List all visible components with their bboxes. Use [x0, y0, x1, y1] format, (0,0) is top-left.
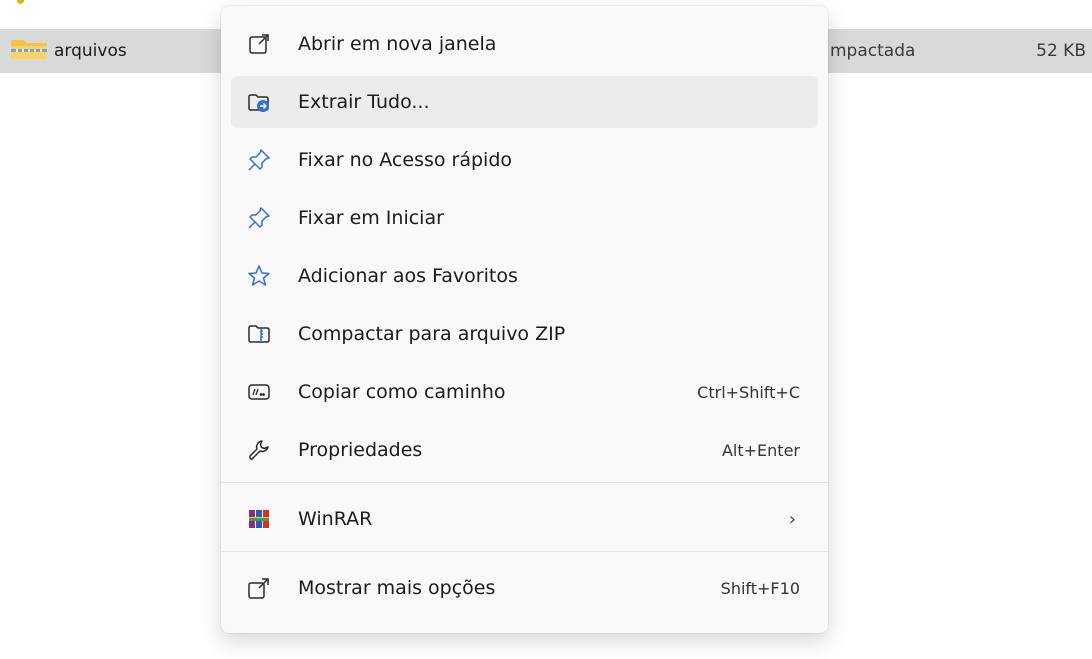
pin-icon: [247, 148, 271, 172]
file-name-cell: arquivos: [10, 29, 127, 73]
shortcut-text: Shift+F10: [720, 578, 800, 598]
menu-item-label: Copiar como caminho: [298, 381, 506, 403]
show-more-icon: [247, 576, 271, 600]
copy-path-icon: [247, 380, 271, 404]
zip-folder-icon: [247, 322, 271, 346]
menu-item-label: Abrir em nova janela: [298, 33, 497, 55]
wrench-icon: [247, 438, 271, 462]
winrar-icon: [247, 507, 271, 531]
menu-item-properties[interactable]: Propriedades Alt+Enter: [231, 424, 818, 476]
menu-item-label: Extrair Tudo...: [298, 91, 430, 113]
menu-item-label: Propriedades: [298, 439, 423, 461]
menu-item-label: WinRAR: [298, 508, 373, 530]
menu-separator: [221, 551, 828, 552]
menu-item-copy-as-path[interactable]: Copiar como caminho Ctrl+Shift+C: [231, 366, 818, 418]
menu-item-pin-start[interactable]: Fixar em Iniciar: [231, 192, 818, 244]
menu-separator: [221, 482, 828, 483]
partial-file-icon: [17, 0, 24, 4]
menu-item-extract-all[interactable]: Extrair Tudo...: [231, 76, 818, 128]
file-size: 52 KB: [1036, 41, 1086, 61]
pin-icon: [247, 206, 271, 230]
shortcut-text: Alt+Enter: [721, 440, 800, 460]
menu-item-label: Adicionar aos Favoritos: [298, 265, 518, 287]
chevron-right-icon: ›: [788, 508, 796, 530]
extract-all-icon: [247, 90, 271, 114]
context-menu: Abrir em nova janela Extrair Tudo... Fix…: [221, 6, 828, 633]
file-name: arquivos: [54, 41, 127, 61]
menu-item-open-new-window[interactable]: Abrir em nova janela: [231, 18, 818, 70]
menu-item-winrar[interactable]: WinRAR ›: [231, 493, 818, 545]
file-type: mpactada: [830, 41, 916, 61]
menu-item-show-more-options[interactable]: Mostrar mais opções Shift+F10: [231, 562, 818, 614]
open-new-window-icon: [247, 32, 271, 56]
zip-folder-file-icon: [10, 38, 48, 64]
menu-item-label: Fixar em Iniciar: [298, 207, 444, 229]
menu-item-pin-quick-access[interactable]: Fixar no Acesso rápido: [231, 134, 818, 186]
menu-item-label: Compactar para arquivo ZIP: [298, 323, 566, 345]
menu-item-compress-zip[interactable]: Compactar para arquivo ZIP: [231, 308, 818, 360]
menu-item-add-favorites[interactable]: Adicionar aos Favoritos: [231, 250, 818, 302]
menu-item-label: Mostrar mais opções: [298, 577, 496, 599]
menu-item-label: Fixar no Acesso rápido: [298, 149, 513, 171]
shortcut-text: Ctrl+Shift+C: [697, 382, 800, 402]
star-icon: [247, 264, 271, 288]
